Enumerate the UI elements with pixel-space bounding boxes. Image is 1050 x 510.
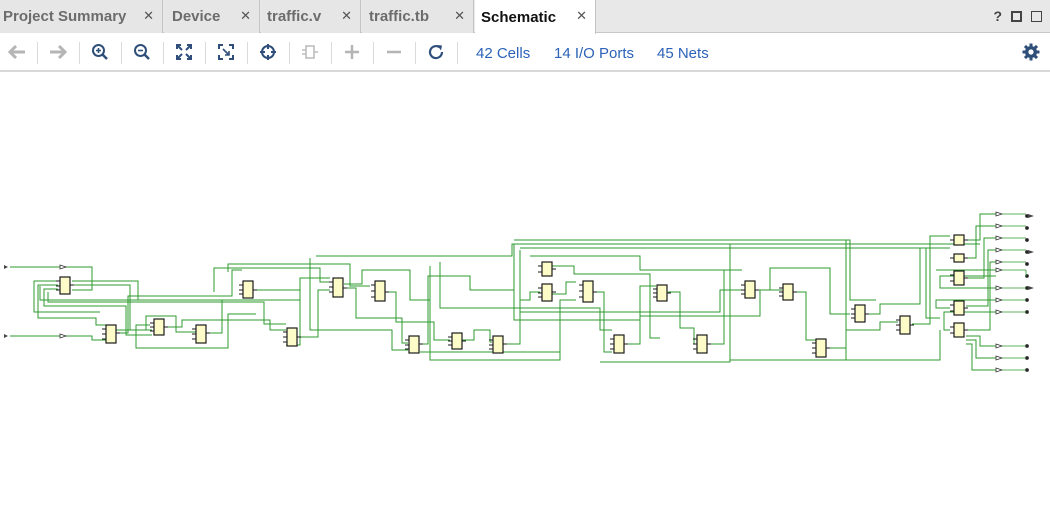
cell — [242, 280, 254, 299]
cell — [782, 283, 794, 301]
cell — [696, 334, 708, 354]
close-icon[interactable]: ✕ — [341, 9, 352, 23]
separator — [415, 42, 416, 64]
zoom-area-icon[interactable] — [215, 41, 237, 63]
maximize-icon[interactable] — [1011, 10, 1022, 22]
tab-label: Project Summary — [3, 8, 127, 25]
cell — [408, 335, 420, 354]
io-ports-link[interactable]: 14 I/O Ports — [554, 45, 634, 62]
cell — [195, 324, 207, 344]
cell — [899, 315, 911, 335]
zoom-in-icon[interactable] — [89, 41, 111, 63]
cell — [953, 322, 965, 338]
tab-device[interactable]: Device ✕ — [164, 0, 260, 33]
cell — [953, 270, 965, 286]
cell — [541, 261, 553, 277]
tab-bar: Project Summary ✕ Device ✕ traffic.v ✕ t… — [0, 0, 1050, 34]
cell — [854, 304, 866, 323]
cell — [492, 335, 504, 354]
close-icon[interactable]: ✕ — [454, 9, 465, 23]
separator — [79, 42, 80, 64]
cell — [582, 280, 594, 303]
separator — [37, 42, 38, 64]
help-icon[interactable]: ? — [993, 9, 1002, 23]
cell — [953, 300, 965, 316]
cell — [953, 253, 965, 263]
tab-label: Device — [172, 8, 221, 25]
cell — [105, 324, 117, 344]
tab-label: Schematic — [481, 8, 557, 26]
cells-link[interactable]: 42 Cells — [476, 45, 530, 62]
schematic-canvas[interactable] — [0, 74, 1050, 510]
cell — [332, 277, 344, 298]
toolbar: 42 Cells 14 I/O Ports 45 Nets — [0, 34, 1050, 72]
cell — [656, 284, 668, 302]
tab-project-summary[interactable]: Project Summary ✕ — [0, 0, 163, 33]
separator — [457, 42, 458, 64]
cell — [451, 332, 463, 350]
tab-label: traffic.tb — [369, 8, 429, 25]
tab-schematic[interactable]: Schematic ✕ — [475, 0, 596, 34]
minus-icon[interactable] — [383, 41, 405, 63]
tab-traffic-v[interactable]: traffic.v ✕ — [261, 0, 361, 33]
close-icon[interactable]: ✕ — [240, 9, 251, 23]
tab-label: traffic.v — [267, 8, 322, 25]
separator — [205, 42, 206, 64]
schematic-window: Project Summary ✕ Device ✕ traffic.v ✕ t… — [0, 0, 1050, 510]
cell — [286, 327, 298, 347]
back-arrow-icon[interactable] — [6, 41, 28, 63]
output-ports — [995, 211, 1034, 373]
tab-tools: ? — [993, 9, 1042, 23]
separator — [331, 42, 332, 64]
refresh-icon[interactable] — [425, 41, 447, 63]
crosshair-icon[interactable] — [257, 41, 279, 63]
close-icon[interactable]: ✕ — [143, 9, 154, 23]
cell — [744, 280, 756, 299]
cell — [374, 280, 386, 302]
plus-icon[interactable] — [341, 41, 363, 63]
cell — [613, 334, 625, 354]
separator — [247, 42, 248, 64]
separator — [289, 42, 290, 64]
separator — [373, 42, 374, 64]
cell — [153, 318, 165, 336]
gear-icon[interactable] — [1022, 43, 1040, 61]
separator — [163, 42, 164, 64]
nets-link[interactable]: 45 Nets — [657, 45, 709, 62]
tab-traffic-tb[interactable]: traffic.tb ✕ — [362, 0, 474, 33]
close-icon[interactable]: ✕ — [576, 9, 587, 23]
zoom-fit-icon[interactable] — [173, 41, 195, 63]
restore-icon[interactable] — [1031, 10, 1042, 22]
separator — [121, 42, 122, 64]
cell — [59, 276, 71, 295]
cell — [953, 234, 965, 246]
schematic-diagram[interactable] — [0, 74, 1050, 510]
cell — [815, 338, 827, 358]
forward-arrow-icon[interactable] — [47, 41, 69, 63]
cell — [541, 283, 553, 302]
cell-icon[interactable] — [299, 41, 321, 63]
zoom-out-icon[interactable] — [131, 41, 153, 63]
